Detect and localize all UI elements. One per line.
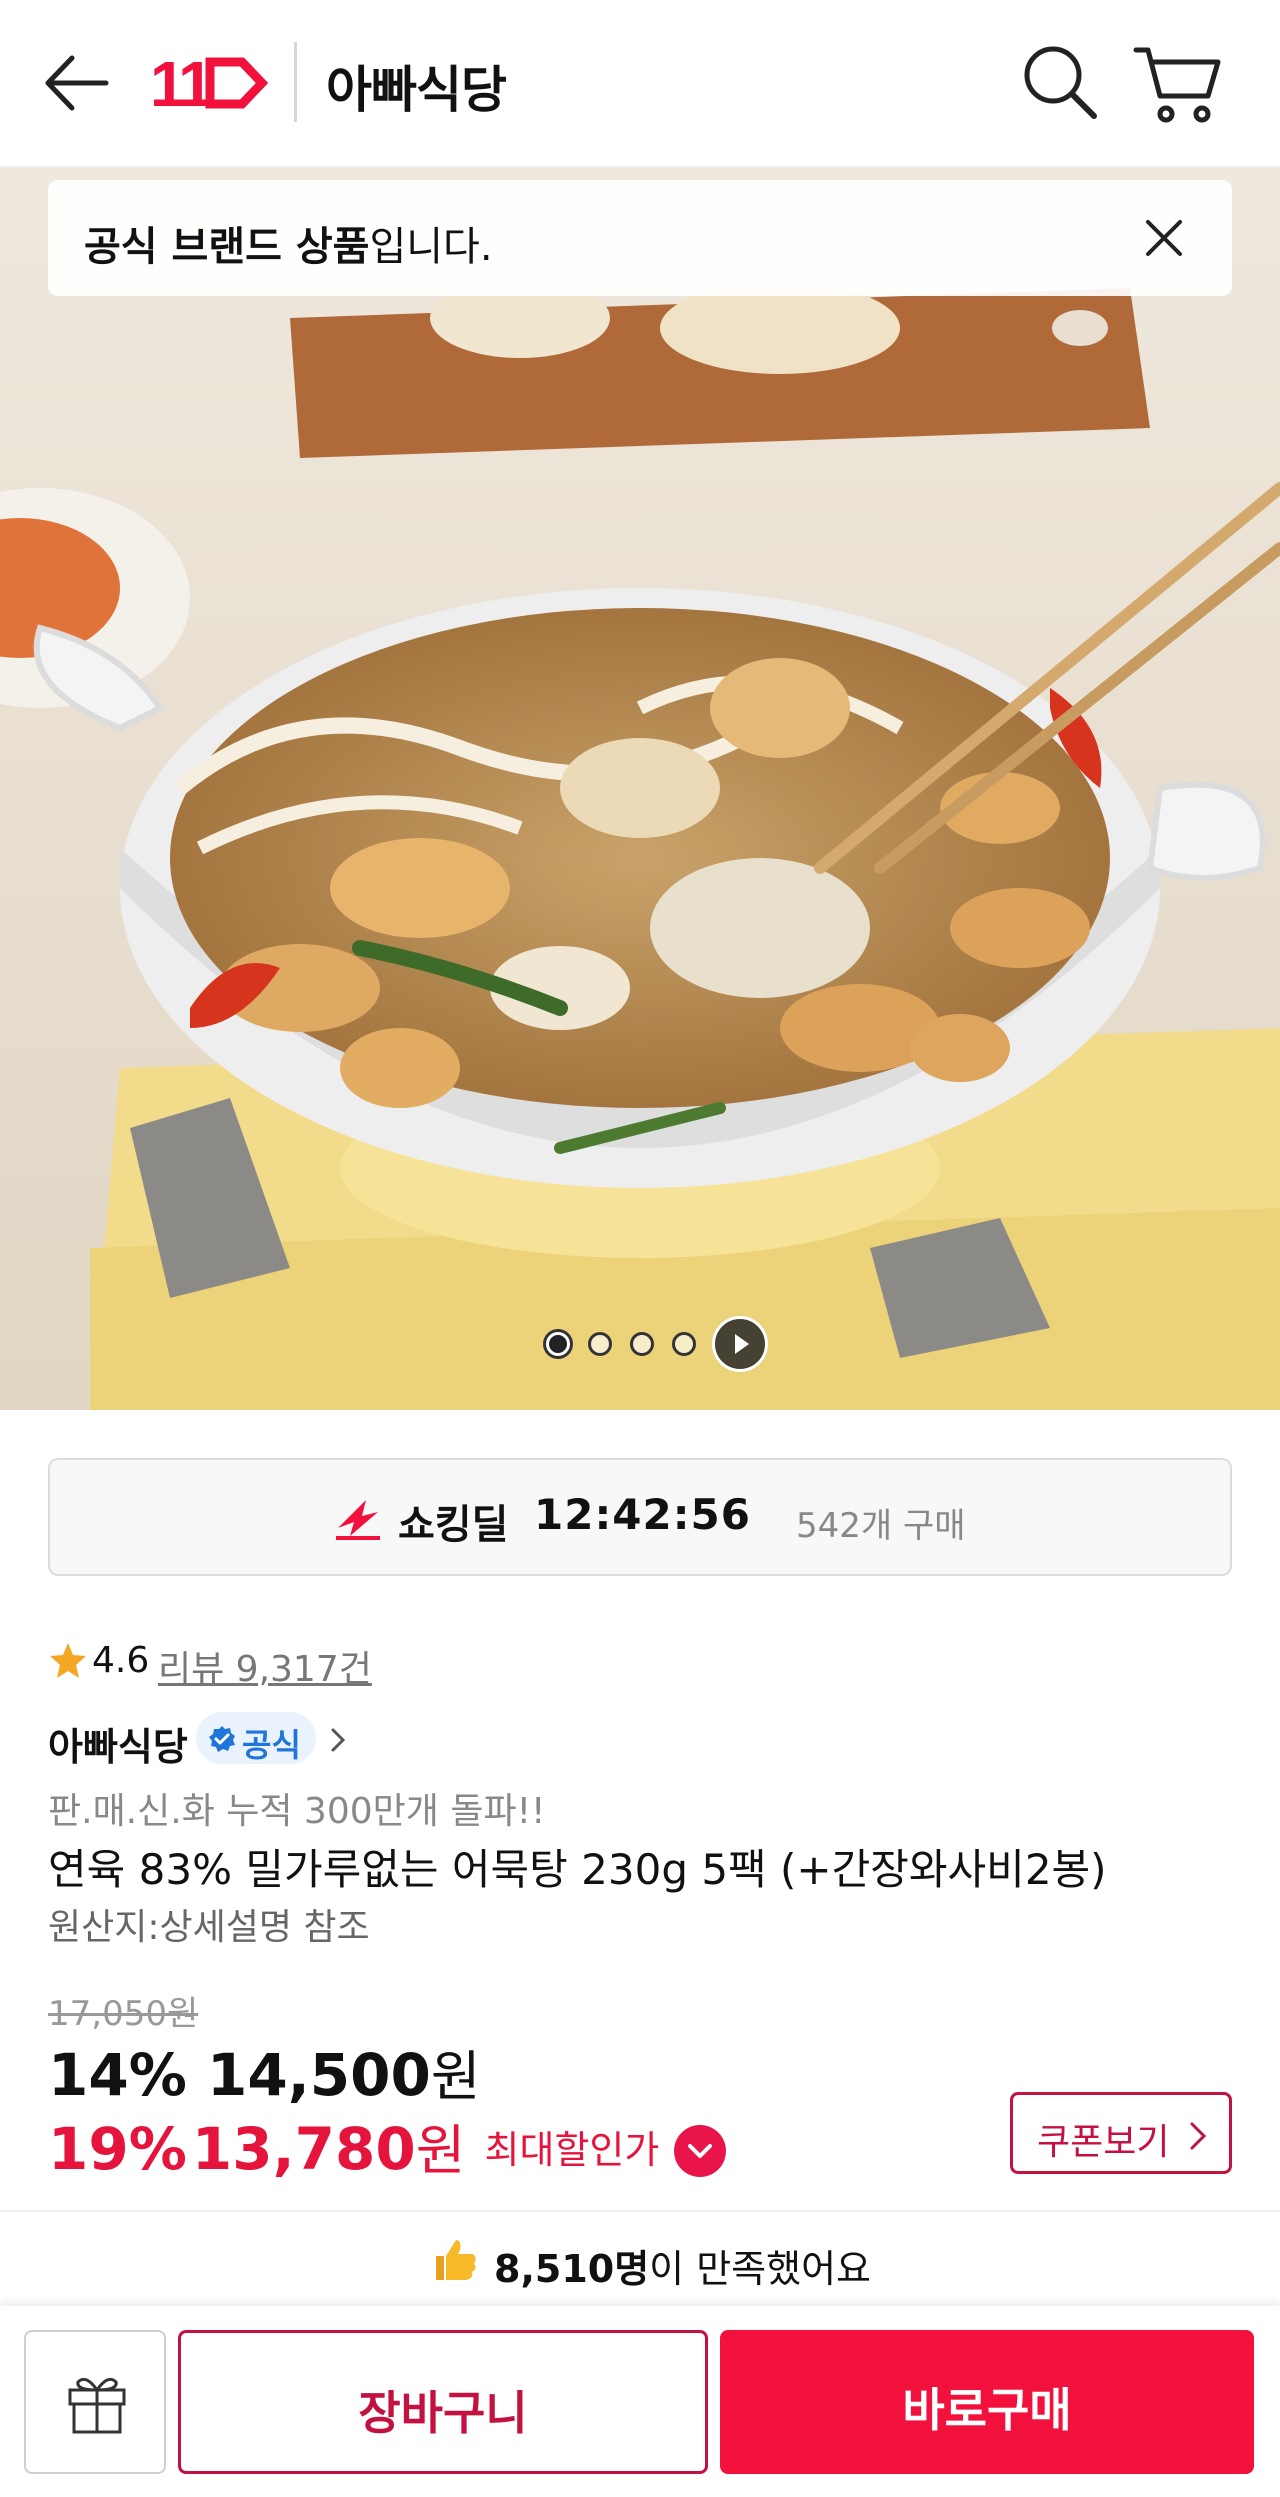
seller-name[interactable]: 아빠식당 xyxy=(48,1716,188,1771)
close-icon xyxy=(1146,220,1182,256)
max-discount-row[interactable]: 19% 13,780원 최대할인가 xyxy=(48,2106,727,2185)
product-title: 연육 83% 밀가루없는 어묵탕 230g 5팩 (+간장와사비2봉) xyxy=(48,1845,1107,1894)
deal-purchase-count: 542개 구매 xyxy=(796,1506,966,1546)
product-image-carousel[interactable]: 공식 브랜드 상품입니다. xyxy=(0,168,1280,1410)
carousel-dot[interactable] xyxy=(630,1332,654,1356)
price-unit: 원 xyxy=(430,2045,481,2108)
star-icon xyxy=(50,1643,86,1678)
discount-percent: 14% xyxy=(48,2041,187,2109)
deal-label: 쇼킹딜 xyxy=(398,1502,509,1548)
carousel-dot[interactable] xyxy=(672,1332,696,1356)
toast-message: 공식 브랜드 상품입니다. xyxy=(84,224,493,270)
carousel-dot[interactable] xyxy=(588,1332,612,1356)
carousel-dot[interactable] xyxy=(546,1332,570,1356)
back-arrow-icon xyxy=(45,55,109,111)
header-divider xyxy=(294,42,297,122)
rating-value: 4.6 xyxy=(92,1640,150,1681)
verified-icon xyxy=(209,1726,235,1752)
max-discount-percent: 19% xyxy=(48,2115,187,2183)
top-app-bar: 11 아빠식당 xyxy=(0,0,1280,168)
coupon-button-label: 쿠폰보기 xyxy=(1037,2122,1170,2163)
play-icon xyxy=(735,1334,749,1354)
origin-info: 원산지:상세설명 참조 xyxy=(48,1907,370,1948)
sale-price-row: 14% 14,500원 xyxy=(48,2032,481,2111)
product-photo xyxy=(0,168,1280,1410)
toast-close-button[interactable] xyxy=(1140,214,1188,262)
sale-price: 14,500 xyxy=(207,2041,431,2109)
satisfaction-strip[interactable]: 8,510명이 만족했어요 xyxy=(0,2210,1280,2302)
max-price-unit: 원 xyxy=(415,2119,466,2182)
satisfaction-text: 8,510명이 만족했어요 xyxy=(494,2247,872,2291)
search-icon xyxy=(1024,46,1097,119)
cart-icon xyxy=(1133,47,1221,123)
search-button[interactable] xyxy=(1020,42,1100,122)
cart-button[interactable] xyxy=(1132,42,1222,126)
gift-button[interactable] xyxy=(24,2330,166,2474)
bottom-action-bar: 장바구니 바로구매 xyxy=(0,2306,1280,2497)
deal-countdown: 12:42:56 xyxy=(534,1490,751,1539)
max-discount-price: 13,780 xyxy=(191,2115,416,2183)
shocking-deal-bar[interactable]: 쇼킹딜 12:42:56 542개 구매 xyxy=(48,1458,1232,1576)
seller-row[interactable]: 아빠식당 공식 xyxy=(48,1712,648,1771)
official-brand-toast: 공식 브랜드 상품입니다. xyxy=(48,180,1232,296)
carousel-pagination xyxy=(540,1314,800,1374)
buy-now-button[interactable]: 바로구매 xyxy=(720,2330,1254,2474)
back-button[interactable] xyxy=(40,48,114,118)
shocking-deal-icon xyxy=(336,1500,380,1540)
chevron-right-icon xyxy=(331,1728,346,1752)
coupon-button[interactable]: 쿠폰보기 xyxy=(1010,2092,1232,2174)
chevron-right-icon xyxy=(1190,2122,1207,2150)
buy-now-label: 바로구매 xyxy=(902,2383,1072,2437)
autoplay-button[interactable] xyxy=(712,1316,768,1372)
gift-icon xyxy=(68,2377,126,2434)
add-to-cart-label: 장바구니 xyxy=(358,2386,528,2440)
thumbs-up-icon xyxy=(436,2240,476,2280)
chevron-down-icon[interactable] xyxy=(674,2125,727,2177)
add-to-cart-button[interactable]: 장바구니 xyxy=(178,2330,708,2474)
official-badge: 공식 xyxy=(196,1712,316,1764)
11st-logo[interactable]: 11 xyxy=(150,48,270,120)
review-count-link[interactable]: 리뷰 9,317건 xyxy=(158,1640,372,1692)
original-price: 17,050원 xyxy=(48,1994,199,2034)
official-badge-label: 공식 xyxy=(242,1726,301,1764)
svg-text:11: 11 xyxy=(150,48,212,118)
promo-text: 판.매.신.화 누적 300만개 돌파!! xyxy=(48,1791,546,1832)
store-title[interactable]: 아빠식당 xyxy=(326,50,507,122)
max-discount-label: 최대할인가 xyxy=(484,2128,660,2172)
